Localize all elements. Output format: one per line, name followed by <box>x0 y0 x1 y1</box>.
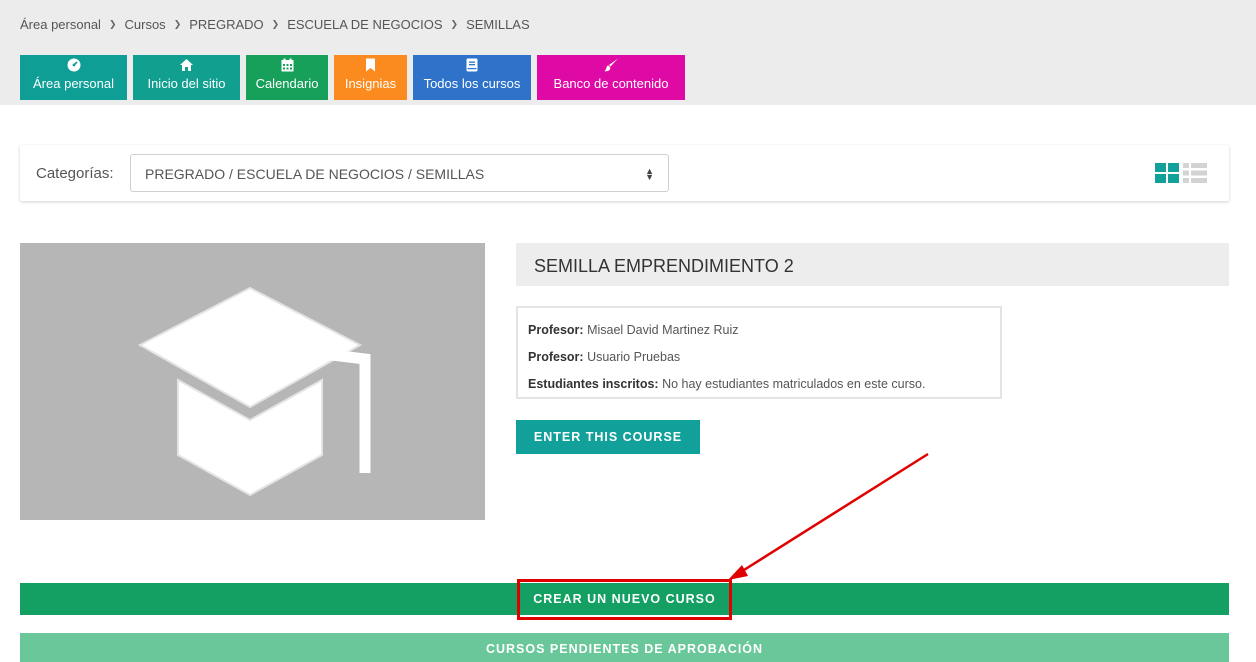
students-value: No hay estudiantes matriculados en este … <box>662 377 926 391</box>
course-image[interactable] <box>20 243 485 520</box>
course-info-box: Profesor: Misael David Martinez Ruiz Pro… <box>516 306 1002 399</box>
annotation-highlight-box <box>517 579 732 620</box>
course-title-bar: SEMILLA EMPRENDIMIENTO 2 <box>516 243 1229 286</box>
category-label: Categorías: <box>36 165 114 182</box>
category-select[interactable]: PREGRADO / ESCUELA DE NEGOCIOS / SEMILLA… <box>130 154 669 192</box>
view-toggle <box>1151 163 1207 188</box>
grid-view-icon[interactable] <box>1155 163 1179 188</box>
nav-label: Todos los cursos <box>423 76 521 91</box>
nav-area-personal-button[interactable]: Área personal <box>20 55 127 100</box>
breadcrumb-semillas[interactable]: SEMILLAS <box>466 17 530 32</box>
nav-insignias-button[interactable]: Insignias <box>334 55 407 100</box>
list-view-icon[interactable] <box>1183 163 1207 188</box>
breadcrumb-cursos[interactable]: Cursos <box>125 17 166 32</box>
teacher-label: Profesor: <box>528 323 584 337</box>
nav-inicio-sitio-button[interactable]: Inicio del sitio <box>133 55 240 100</box>
breadcrumb-area-personal[interactable]: Área personal <box>20 17 101 32</box>
nav-banco-contenido-button[interactable]: Banco de contenido <box>537 55 685 100</box>
students-label: Estudiantes inscritos: <box>528 377 659 391</box>
brush-icon <box>603 58 619 74</box>
category-select-value: PREGRADO / ESCUELA DE NEGOCIOS / SEMILLA… <box>145 166 485 182</box>
chevron-right-icon: ❯ <box>108 19 117 29</box>
calendar-icon <box>281 58 294 74</box>
book-icon <box>466 58 478 74</box>
chevron-right-icon: ❯ <box>173 19 182 29</box>
home-icon <box>179 58 194 74</box>
nav-calendario-button[interactable]: Calendario <box>246 55 328 100</box>
nav-label: Inicio del sitio <box>147 76 226 91</box>
nav-label: Banco de contenido <box>553 76 669 91</box>
quick-nav: Área personal Inicio del sitio Calendari… <box>20 55 691 100</box>
chevron-right-icon: ❯ <box>271 19 280 29</box>
teacher-label: Profesor: <box>528 350 584 364</box>
breadcrumb: Área personal ❯ Cursos ❯ PREGRADO ❯ ESCU… <box>20 17 530 32</box>
bookmark-icon <box>365 58 376 74</box>
category-filter-bar: Categorías: PREGRADO / ESCUELA DE NEGOCI… <box>20 145 1229 201</box>
dashboard-icon <box>67 58 81 74</box>
nav-label: Insignias <box>344 76 397 91</box>
nav-todos-cursos-button[interactable]: Todos los cursos <box>413 55 531 100</box>
graduation-cap-icon <box>137 286 371 497</box>
teacher-row: Profesor: Usuario Pruebas <box>528 344 990 371</box>
nav-label: Calendario <box>255 76 319 91</box>
pending-courses-button[interactable]: CURSOS PENDIENTES DE APROBACIÓN <box>20 633 1229 662</box>
teacher-name: Misael David Martinez Ruiz <box>587 323 739 337</box>
nav-label: Área personal <box>33 76 114 91</box>
teacher-name: Usuario Pruebas <box>587 350 681 364</box>
course-title[interactable]: SEMILLA EMPRENDIMIENTO 2 <box>534 256 794 277</box>
breadcrumb-pregrado[interactable]: PREGRADO <box>189 17 263 32</box>
teacher-row: Profesor: Misael David Martinez Ruiz <box>528 317 990 344</box>
enter-course-button[interactable]: ENTER THIS COURSE <box>516 420 700 454</box>
chevron-right-icon: ❯ <box>450 19 459 29</box>
sort-caret-icon: ▲ ▼ <box>645 166 654 182</box>
students-row: Estudiantes inscritos: No hay estudiante… <box>528 371 990 398</box>
breadcrumb-escuela-negocios[interactable]: ESCUELA DE NEGOCIOS <box>287 17 442 32</box>
